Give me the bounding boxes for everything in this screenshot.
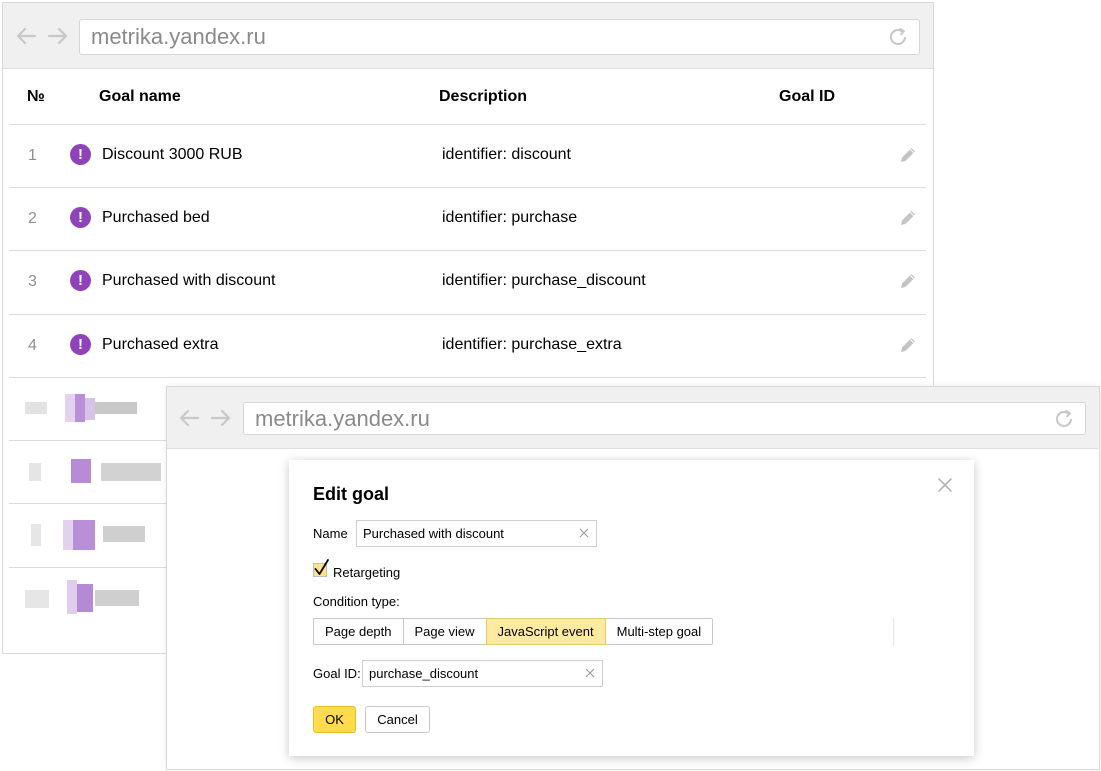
divider — [893, 618, 894, 646]
exclamation-icon: ! — [70, 144, 91, 165]
browser-toolbar: metrika.yandex.ru — [3, 3, 933, 69]
column-header-num: № — [27, 88, 45, 105]
edit-pencil-icon[interactable] — [898, 335, 918, 355]
reload-icon[interactable] — [1053, 408, 1075, 430]
address-bar[interactable]: metrika.yandex.ru — [79, 19, 920, 55]
edit-goal-dialog: Edit goal Name Purchased with discount R… — [289, 460, 974, 756]
column-header-goal-id[interactable]: Goal ID — [779, 88, 835, 106]
condition-type-label: Condition type: — [313, 594, 400, 609]
condition-multi-step-goal-button[interactable]: Multi-step goal — [604, 618, 714, 645]
goal-id-field[interactable]: purchase_discount — [362, 660, 603, 687]
condition-type-selector: Page depth Page view JavaScript event Mu… — [313, 618, 714, 645]
table-header: № Goal name Description Goal ID — [3, 69, 933, 126]
condition-page-depth-button[interactable]: Page depth — [313, 618, 404, 645]
close-icon[interactable] — [936, 476, 954, 494]
row-number: 1 — [28, 147, 37, 164]
retargeting-checkbox[interactable] — [313, 559, 329, 577]
clear-icon[interactable] — [584, 667, 596, 679]
browser-toolbar: metrika.yandex.ru — [167, 387, 1099, 449]
goal-name: Purchased bed — [102, 209, 210, 226]
forward-arrow-icon[interactable] — [208, 405, 234, 431]
edit-pencil-icon[interactable] — [898, 271, 918, 291]
row-number: 3 — [28, 273, 37, 290]
edit-pencil-icon[interactable] — [898, 208, 918, 228]
condition-page-view-button[interactable]: Page view — [402, 618, 487, 645]
goal-description: identifier: purchase_discount — [442, 272, 646, 289]
goal-name: Purchased with discount — [102, 272, 276, 289]
column-header-goal-name[interactable]: Goal name — [99, 88, 181, 106]
row-number: 2 — [28, 210, 37, 227]
checkmark-icon — [314, 559, 329, 575]
condition-javascript-event-button[interactable]: JavaScript event — [485, 618, 606, 645]
address-bar-url: metrika.yandex.ru — [255, 406, 430, 431]
name-label: Name — [313, 526, 348, 541]
ok-button[interactable]: OK — [313, 706, 356, 733]
table-row[interactable]: 1 ! Discount 3000 RUB identifier: discou… — [9, 124, 926, 187]
goal-description: identifier: purchase — [442, 209, 578, 226]
exclamation-icon: ! — [70, 334, 91, 355]
goal-description: identifier: discount — [442, 146, 571, 163]
reload-icon[interactable] — [887, 26, 909, 48]
table-row[interactable]: 2 ! Purchased bed identifier: purchase — [9, 187, 926, 250]
table-row[interactable]: 3 ! Purchased with discount identifier: … — [9, 250, 926, 313]
edit-pencil-icon[interactable] — [898, 145, 918, 165]
retargeting-label[interactable]: Retargeting — [333, 565, 400, 580]
name-field-value: Purchased with discount — [363, 526, 504, 541]
goal-name: Discount 3000 RUB — [102, 146, 243, 163]
forward-arrow-icon[interactable] — [45, 23, 71, 49]
table-row[interactable]: 4 ! Purchased extra identifier: purchase… — [9, 314, 926, 377]
dialog-title: Edit goal — [313, 484, 389, 504]
goal-name: Purchased extra — [102, 336, 219, 353]
back-arrow-icon[interactable] — [13, 23, 39, 49]
goal-id-label: Goal ID: — [313, 666, 361, 681]
column-header-description[interactable]: Description — [439, 88, 527, 106]
name-field[interactable]: Purchased with discount — [356, 520, 597, 547]
exclamation-icon: ! — [70, 270, 91, 291]
goal-id-field-value: purchase_discount — [369, 666, 479, 681]
cancel-button[interactable]: Cancel — [365, 706, 430, 733]
row-number: 4 — [28, 337, 37, 354]
exclamation-icon: ! — [70, 207, 91, 228]
address-bar[interactable]: metrika.yandex.ru — [243, 402, 1086, 435]
clear-icon[interactable] — [578, 527, 590, 539]
goal-description: identifier: purchase_extra — [442, 336, 622, 353]
address-bar-url: metrika.yandex.ru — [91, 24, 266, 49]
back-arrow-icon[interactable] — [176, 405, 202, 431]
